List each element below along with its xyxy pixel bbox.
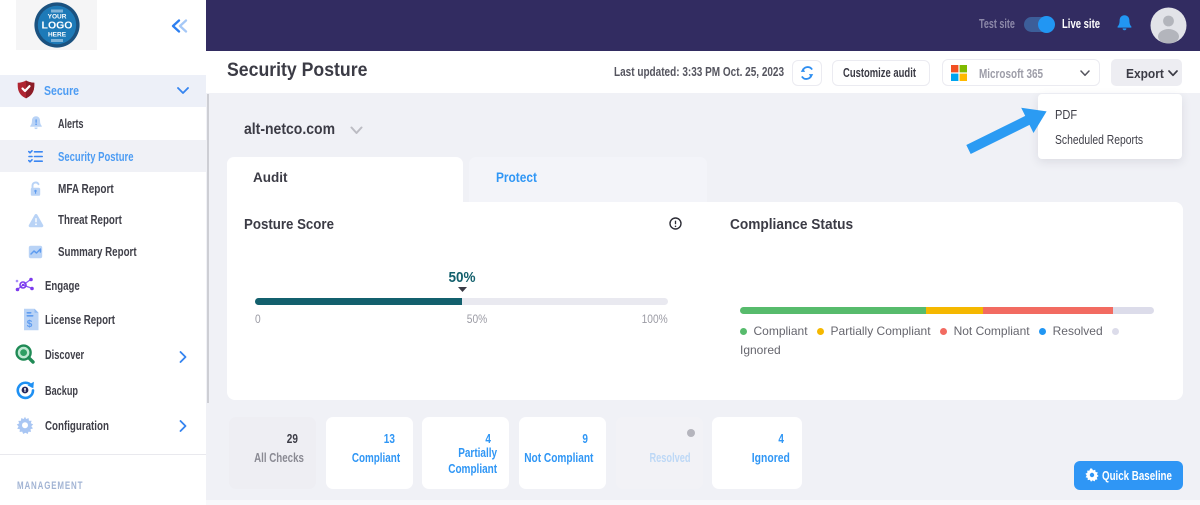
svg-text:$: $ [27, 319, 33, 330]
svg-text:LOGO: LOGO [42, 20, 73, 32]
svg-text:HERE: HERE [48, 32, 67, 39]
